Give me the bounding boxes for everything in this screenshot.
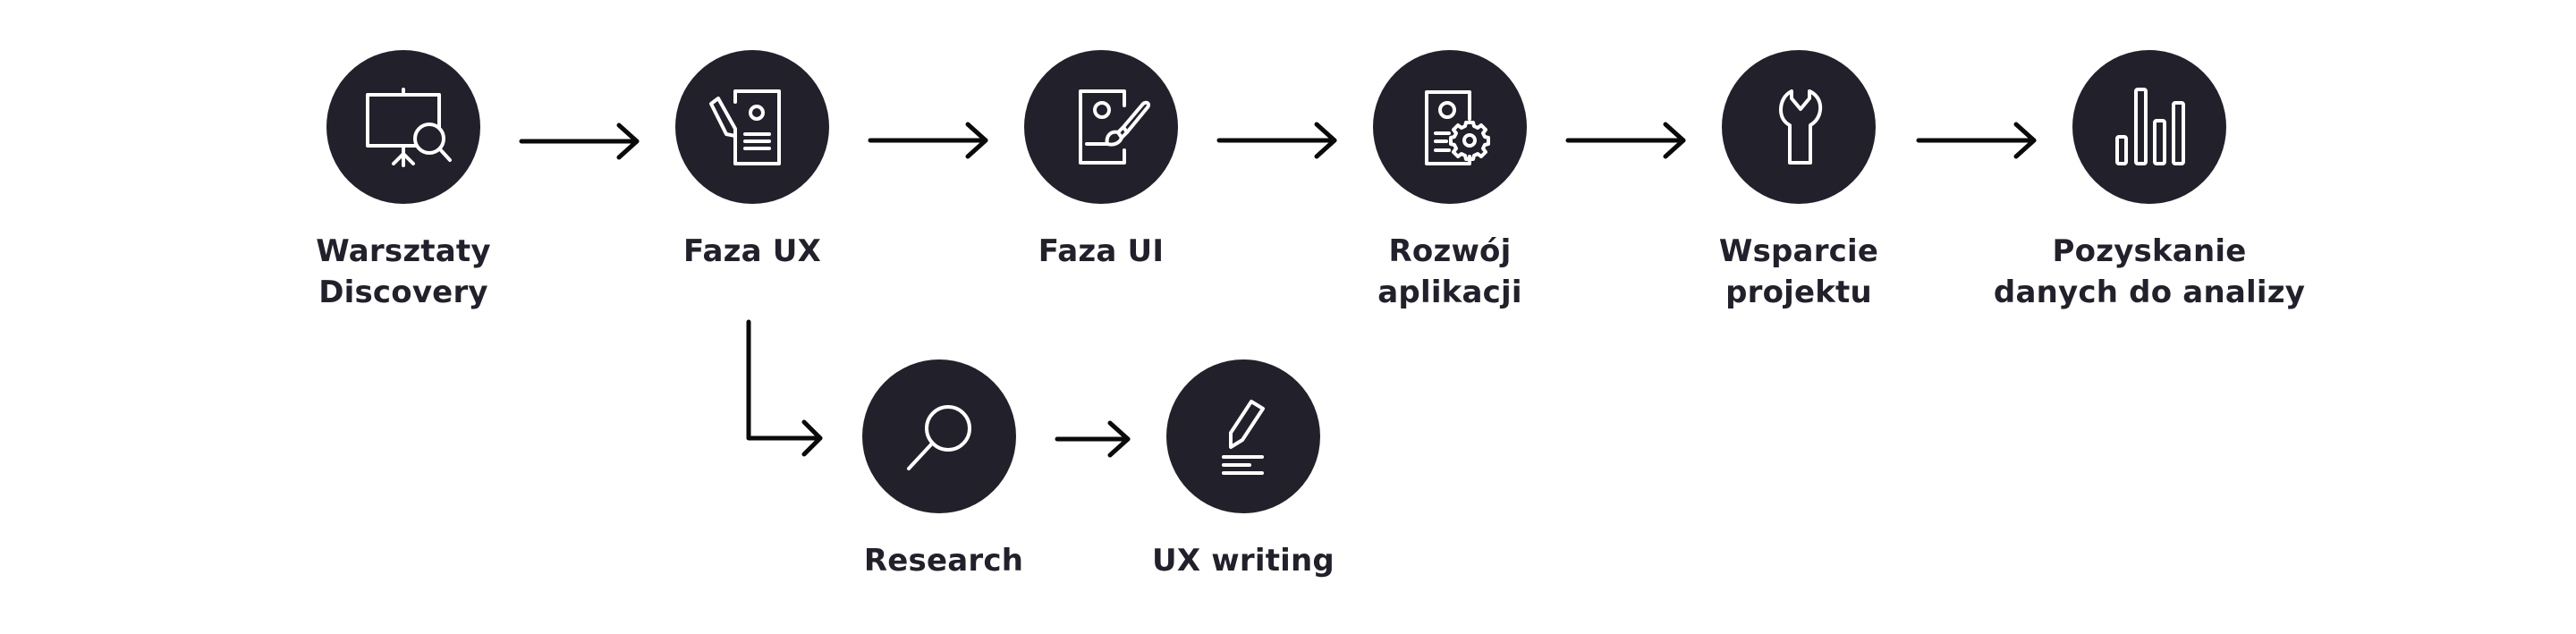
node-pozyskanie-danych (2072, 50, 2226, 204)
node-rozwoj-aplikacji (1373, 50, 1527, 204)
label-ux-writing: UX writing (1152, 540, 1335, 581)
arrow-faza-ux-to-faza-ui (868, 122, 988, 159)
label-line: Research (863, 543, 1024, 579)
node-research (862, 359, 1016, 513)
arrow-faza-ux-to-research (746, 319, 823, 457)
node-faza-ui (1024, 50, 1178, 204)
node-circle (1373, 50, 1527, 204)
node-circle (1024, 50, 1178, 204)
label-line: aplikacji (1377, 275, 1522, 310)
label-research: Research (864, 540, 1023, 581)
node-wsparcie-projektu (1722, 50, 1876, 204)
node-faza-ux (675, 50, 829, 204)
label-line: UX writing (1152, 543, 1335, 579)
label-line: Faza UX (683, 233, 821, 269)
label-line: Wsparcie (1718, 233, 1879, 269)
node-circle (2072, 50, 2226, 204)
arrow-rozwoj-to-wsparcie (1565, 122, 1686, 159)
node-circle (862, 359, 1016, 513)
arrow-research-to-ux-writing (1055, 420, 1131, 458)
label-rozwoj-aplikacji: Rozwój aplikacji (1377, 231, 1521, 313)
label-wsparcie-projektu: Wsparcie projektu (1719, 231, 1878, 313)
node-circle (326, 50, 480, 204)
node-ux-writing (1166, 359, 1320, 513)
label-warsztaty-discovery: Warsztaty Discovery (316, 231, 490, 313)
label-line: Warsztaty (316, 233, 491, 269)
node-circle (1722, 50, 1876, 204)
label-faza-ui: Faza UI (1038, 231, 1164, 272)
label-line: Pozyskanie (2052, 233, 2247, 269)
label-line: Rozwój (1388, 233, 1512, 269)
label-line: Discovery (318, 275, 488, 310)
node-warsztaty-discovery (326, 50, 480, 204)
arrow-warsztaty-to-faza-ux (519, 123, 640, 160)
label-line: Faza UI (1038, 233, 1165, 269)
label-line: danych do analizy (1993, 275, 2306, 310)
label-line: projektu (1725, 275, 1872, 310)
arrow-wsparcie-to-pozyskanie (1916, 122, 2037, 159)
label-faza-ux: Faza UX (683, 231, 821, 272)
label-pozyskanie-danych: Pozyskanie danych do analizy (1994, 231, 2305, 313)
node-circle (675, 50, 829, 204)
arrow-faza-ui-to-rozwoj (1216, 122, 1337, 159)
process-diagram (326, 50, 2226, 513)
